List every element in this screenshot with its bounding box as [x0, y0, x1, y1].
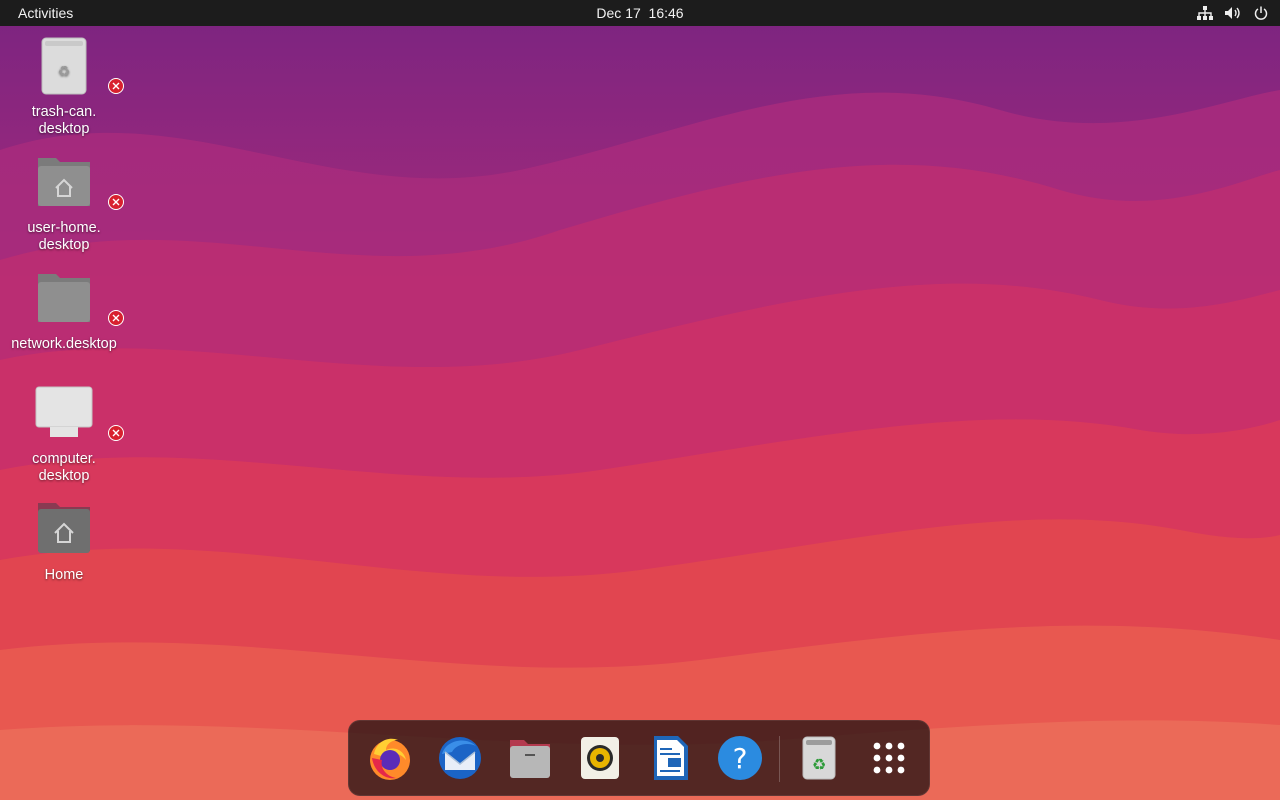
error-badge-icon — [108, 310, 124, 326]
desktop-icon-user-home[interactable]: user-home. desktop — [2, 152, 126, 254]
user-home-icon — [32, 152, 124, 216]
error-badge-icon — [108, 425, 124, 441]
dock-item-writer[interactable] — [644, 732, 696, 784]
dock-item-thunderbird[interactable] — [434, 732, 486, 784]
dock-item-trash[interactable]: ♻ — [793, 732, 845, 784]
date-time-menu[interactable]: Dec 17 16:46 — [540, 0, 740, 26]
desktop-icon-computer[interactable]: computer. desktop — [2, 383, 126, 485]
desktop-icon-home[interactable]: Home — [2, 499, 126, 584]
error-badge-icon — [108, 194, 124, 210]
desktop-icon-label: network.desktop — [11, 336, 117, 352]
desktop-icon-network[interactable]: network.desktop — [2, 268, 126, 353]
dock-item-rhythmbox[interactable] — [574, 732, 626, 784]
dock-item-help[interactable]: ? — [714, 732, 766, 784]
trash-can-icon: ♻ — [32, 36, 124, 100]
date-text: Dec 17 — [596, 5, 641, 21]
desktop-icon-label: Home — [44, 567, 84, 583]
system-tray[interactable] — [1196, 0, 1270, 26]
rhythmbox-icon — [581, 737, 619, 779]
desktop-icon-label: computer. — [32, 451, 96, 467]
power-icon[interactable] — [1252, 4, 1270, 22]
dock-item-files[interactable] — [504, 732, 556, 784]
thunderbird-icon — [439, 737, 481, 779]
dock-item-firefox[interactable] — [364, 732, 416, 784]
dock: ? ♻ — [348, 720, 930, 796]
time-text: 16:46 — [648, 5, 684, 21]
dock-item-show-applications[interactable] — [863, 732, 915, 784]
desktop-icon-label: user-home. — [27, 220, 101, 236]
volume-icon[interactable] — [1224, 4, 1242, 22]
activities-button[interactable]: Activities — [6, 0, 85, 26]
desktop-icon-label: desktop — [38, 121, 90, 137]
app-grid-icon — [873, 742, 905, 774]
firefox-icon — [370, 738, 410, 780]
help-icon: ? — [718, 736, 762, 780]
desktop-icon-label: trash-can. — [31, 104, 97, 120]
writer-icon — [654, 736, 688, 780]
files-icon — [510, 740, 550, 778]
computer-icon — [32, 383, 124, 447]
trash-icon: ♻ — [802, 736, 836, 780]
error-badge-icon — [108, 78, 124, 94]
help-glyph: ? — [733, 742, 748, 775]
desktop-icon-label: desktop — [38, 237, 90, 253]
desktop-icon-trash-can[interactable]: ♻ trash-can. desktop — [2, 36, 126, 138]
svg-text:♻: ♻ — [812, 755, 826, 774]
desktop-wallpaper — [0, 0, 1280, 800]
home-folder-icon — [32, 499, 96, 563]
svg-text:♻: ♻ — [58, 64, 71, 80]
network-icon[interactable] — [1196, 4, 1214, 22]
top-bar: Activities Dec 17 16:46 — [0, 0, 1280, 26]
dock-separator — [779, 736, 780, 782]
desktop-icon-label: desktop — [38, 468, 90, 484]
network-folder-icon — [32, 268, 124, 332]
